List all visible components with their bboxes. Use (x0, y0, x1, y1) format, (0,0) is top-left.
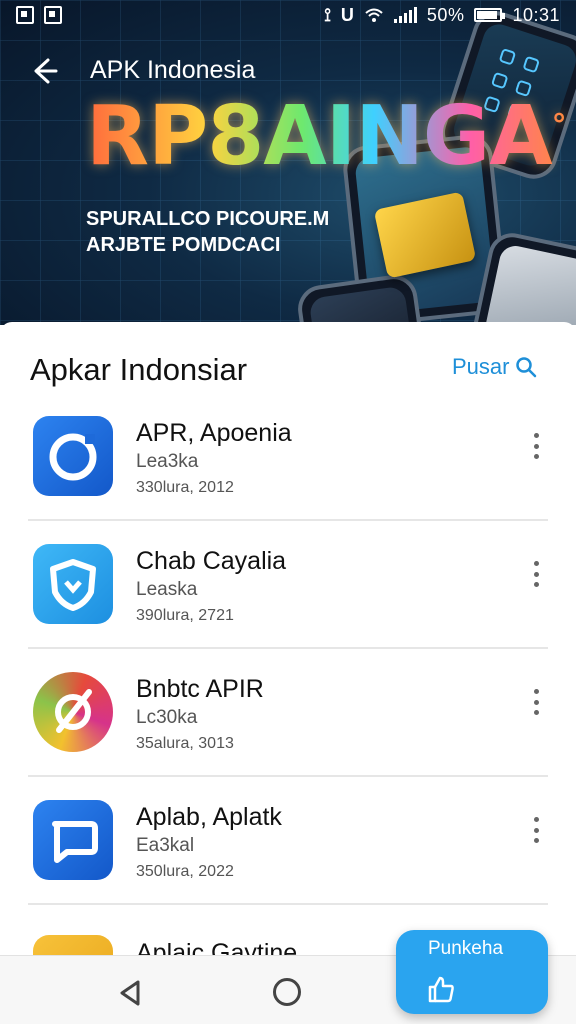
app-date: 35alura, 3013 (136, 735, 234, 752)
clock: 10:31 (512, 4, 560, 25)
more-options-icon[interactable] (526, 815, 546, 845)
n-icon: U (340, 5, 354, 25)
more-options-icon[interactable] (526, 431, 546, 461)
slash-app-icon (33, 672, 113, 752)
hero-banner: APK Indonesia RP8AINGA° SPURALLCO PICOUR… (0, 0, 576, 325)
fab-label: Punkeha (428, 938, 504, 959)
app-title: APK Indonesia (90, 56, 256, 84)
ring-app-icon (33, 416, 113, 496)
app-name: Aplab, Aplatk (136, 803, 282, 831)
circle-home-icon[interactable] (273, 978, 301, 1006)
image-icon (44, 6, 62, 24)
battery-percent: 50% (426, 4, 465, 25)
shield-app-icon (33, 544, 113, 624)
chat-app-icon (33, 800, 113, 880)
screenshot-icon (16, 6, 34, 24)
list-item[interactable]: Aplab, Aplatk Ea3kal 350lura, 2022 (0, 777, 576, 905)
floating-action-button[interactable]: Punkeha (396, 930, 548, 1014)
search-link-label: Pusar (452, 354, 510, 379)
search-icon (516, 357, 537, 378)
back-arrow-icon[interactable] (26, 54, 60, 88)
wifi-icon (365, 8, 383, 22)
tagline-line-1: SPURALLCO PICOURE.M (86, 208, 330, 230)
section-title: Apkar Indonsiar (30, 352, 248, 387)
signal-icon (393, 7, 417, 23)
banner-tagline: SPURALLCO PICOURE.M ARJBTE POMDCACI (86, 206, 329, 258)
app-name: APR, Apoenia (136, 419, 292, 447)
app-subtitle: Ea3kal (136, 835, 195, 856)
app-date: 390lura, 2721 (136, 607, 234, 624)
battery-icon (474, 8, 506, 22)
app-subtitle: Lc30ka (136, 707, 198, 728)
status-bar: ⟟ U 50% 10:31 (0, 0, 576, 30)
app-name: Bnbtc APIR (136, 675, 264, 703)
tagline-line-2: ARJBTE POMDCACI (86, 234, 281, 256)
app-subtitle: Lea3ka (136, 451, 199, 472)
thumbs-up-icon (428, 976, 454, 1003)
list-item[interactable]: Bnbtc APIR Lc30ka 35alura, 3013 (0, 649, 576, 777)
search-link[interactable]: Pusar (452, 354, 537, 380)
list-item[interactable]: APR, Apoenia Lea3ka 330lura, 2012 (0, 393, 576, 521)
app-name: Chab Cayalia (136, 547, 287, 575)
triangle-back-icon[interactable] (116, 978, 146, 1008)
app-subtitle: Leaska (136, 579, 198, 600)
more-options-icon[interactable] (526, 687, 546, 717)
list-item[interactable]: Chab Cayalia Leaska 390lura, 2721 (0, 521, 576, 649)
vibrate-icon: ⟟ (324, 5, 331, 25)
app-date: 330lura, 2012 (136, 479, 234, 496)
more-options-icon[interactable] (526, 559, 546, 589)
screen: APK Indonesia RP8AINGA° SPURALLCO PICOUR… (0, 0, 576, 1024)
banner-headline: RP8AINGA° (86, 89, 566, 184)
app-date: 350lura, 2022 (136, 863, 234, 880)
